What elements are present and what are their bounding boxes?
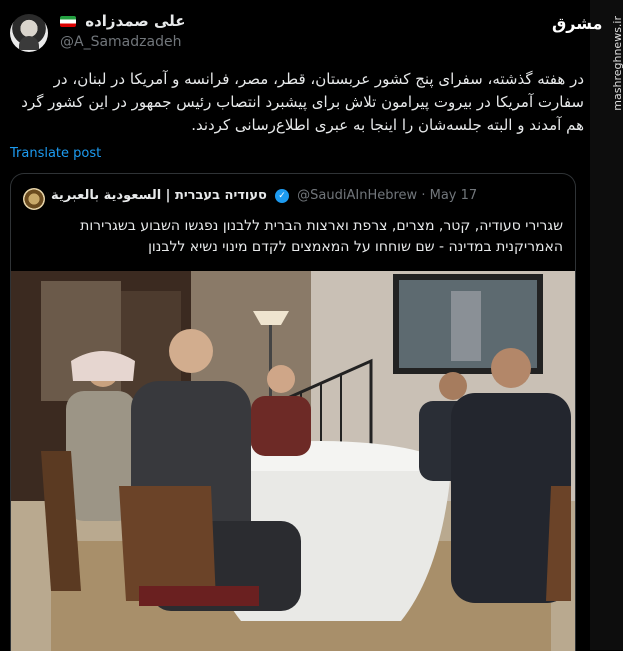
tweet: علی صمدزاده @A_Samadzadeh در هفته گذشته،… [0, 0, 590, 651]
author-avatar[interactable] [10, 14, 48, 52]
verified-badge-icon: ✓ [275, 188, 290, 203]
quote-header: סעודיה בעברית | السعودية بالعبرية ✓ @Sau… [51, 188, 477, 203]
quote-avatar[interactable] [23, 188, 45, 210]
quote-separator: · [421, 188, 426, 203]
quote-text: שגרירי סעודיה, קטר, מצרים, צרפת וארצות ה… [80, 218, 563, 255]
mashregh-logo: مشرق [552, 14, 603, 33]
author-name[interactable]: علی صمدزاده [85, 12, 185, 30]
tweet-text: در هفته گذشته، سفرای پنج کشور عربستان، ق… [21, 70, 584, 134]
watermark-url: mashreghnews.ir [611, 16, 623, 111]
quote-author-handle[interactable]: @SaudiAInHebrew [297, 188, 417, 203]
quote-author-name[interactable]: סעודיה בעברית | السعودية بالعبرية [51, 188, 267, 203]
quote-date[interactable]: May 17 [430, 188, 478, 203]
meeting-photo-illustration [11, 271, 575, 651]
author-handle[interactable]: @A_Samadzadeh [60, 34, 181, 50]
author-name-row[interactable]: علی صمدزاده [60, 12, 186, 30]
quoted-tweet[interactable]: סעודיה בעברית | السعودية بالعبرية ✓ @Sau… [10, 173, 576, 651]
quote-photo[interactable] [11, 271, 575, 651]
iran-flag-icon [60, 16, 76, 27]
translate-post-link[interactable]: Translate post [10, 146, 101, 161]
